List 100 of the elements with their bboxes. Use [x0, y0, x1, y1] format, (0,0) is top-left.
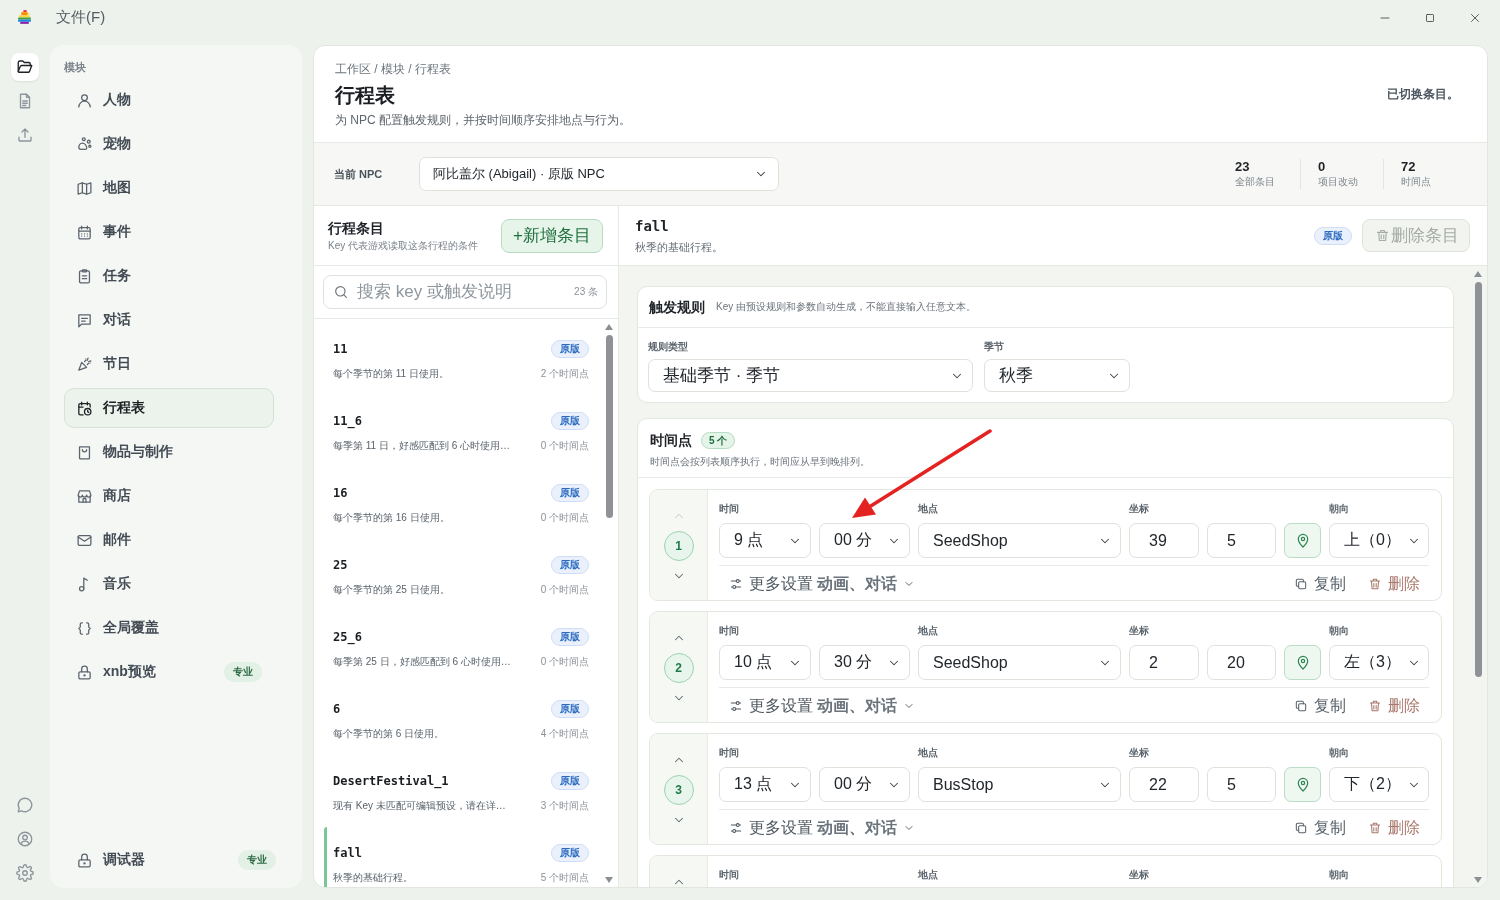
copy-icon — [1294, 821, 1308, 835]
field-label: 地点 — [918, 624, 939, 638]
field-label: 时间 — [719, 624, 740, 638]
hour-select[interactable]: 9 点 — [719, 523, 811, 558]
pick-location-button[interactable] — [1284, 523, 1321, 558]
location-select[interactable]: SeedShop — [918, 645, 1121, 680]
entry-item[interactable]: 25_6 原版 每季第 25 日，好感匹配到 6 心时使用… 0 个时间点 — [324, 611, 603, 683]
nav-item[interactable]: 音乐 — [64, 564, 274, 604]
minute-select[interactable]: 30 分 — [819, 645, 910, 680]
facing-select[interactable]: 上（0） — [1329, 523, 1429, 558]
pick-location-button[interactable] — [1284, 767, 1321, 802]
more-settings-button[interactable]: 更多设置 动画、对话 — [729, 573, 916, 595]
rule-select[interactable]: 秋季 — [984, 359, 1130, 392]
chat-icon[interactable] — [16, 796, 34, 814]
section-heading: 模块 — [64, 60, 87, 75]
facing-select[interactable]: 下（2） — [1329, 767, 1429, 802]
entry-item[interactable]: 11 原版 每个季节的第 11 日使用。 2 个时间点 — [324, 323, 603, 395]
location-select[interactable]: SeedShop — [918, 523, 1121, 558]
y-coordinate-field[interactable]: 5 — [1207, 767, 1276, 802]
rule-select[interactable]: 基础季节 · 季节 — [648, 359, 973, 392]
entry-key: DesertFestival_1 — [333, 773, 449, 788]
copy-button[interactable]: 复制 — [1294, 695, 1346, 717]
nav-item[interactable]: 对话 — [64, 300, 274, 340]
scroll-up-icon[interactable] — [605, 324, 613, 330]
more-settings-button[interactable]: 更多设置 动画、对话 — [729, 817, 916, 839]
entry-description: 秋季的基础行程。 — [635, 239, 724, 255]
card-hint: Key 由预设规则和参数自动生成，不能直接输入任意文本。 — [716, 300, 976, 314]
field-label: 地点 — [918, 868, 939, 882]
entry-description: 每季第 11 日，好感匹配到 6 心时使用… — [333, 438, 511, 453]
nav-item[interactable]: 物品与制作 — [64, 432, 274, 472]
nav-item[interactable]: 事件 — [64, 212, 274, 252]
nav-item[interactable]: xnb预览 专业 — [64, 652, 274, 692]
delete-button[interactable]: 删除 — [1368, 573, 1420, 595]
field-label: 朝向 — [1329, 746, 1350, 760]
nav-item[interactable]: 调试器 专业 — [64, 840, 288, 880]
entry-item[interactable]: 16 原版 每个季节的第 16 日使用。 0 个时间点 — [324, 467, 603, 539]
field-label: 朝向 — [1329, 624, 1350, 638]
stat-label: 全部条目 — [1235, 175, 1276, 189]
delete-button[interactable]: 删除 — [1368, 817, 1420, 839]
origin-badge: 原版 — [551, 339, 589, 358]
delete-button[interactable]: 删除 — [1368, 695, 1420, 717]
copy-button[interactable]: 复制 — [1294, 573, 1346, 595]
entry-item[interactable]: DesertFestival_1 原版 现有 Key 未匹配可编辑预设，请在详… 3 个时间点 — [324, 755, 603, 827]
origin-badge: 原版 — [551, 555, 589, 574]
minute-select[interactable]: 00 分 — [819, 523, 910, 558]
field-label: 规则类型 — [648, 340, 689, 354]
origin-badge: 原版 — [551, 627, 589, 646]
entry-key: 11_6 — [333, 413, 362, 428]
scrollbar-thumb[interactable] — [1474, 282, 1482, 677]
card-hint: 时间点会按列表顺序执行，时间应从早到晚排列。 — [650, 455, 871, 469]
nav-item[interactable]: 商店 — [64, 476, 274, 516]
entry-description: 秋季的基础行程。 — [333, 870, 413, 885]
facing-select[interactable]: 左（3） — [1329, 645, 1429, 680]
nav-item[interactable]: 任务 — [64, 256, 274, 296]
origin-badge: 原版 — [551, 483, 589, 502]
field-label: 坐标 — [1129, 624, 1150, 638]
x-coordinate-field[interactable]: 2 — [1129, 645, 1199, 680]
x-coordinate-field[interactable]: 22 — [1129, 767, 1199, 802]
hour-select[interactable]: 13 点 — [719, 767, 811, 802]
nav-item[interactable]: 人物 — [64, 80, 274, 120]
scroll-up-icon[interactable] — [1474, 271, 1482, 277]
nav-item[interactable]: 行程表 — [64, 388, 274, 428]
step-number: 2 — [663, 653, 694, 683]
scroll-down-icon[interactable] — [1474, 877, 1482, 883]
folder-button[interactable] — [11, 53, 39, 81]
nav-item[interactable]: 地图 — [64, 168, 274, 208]
add-entry-button[interactable]: +新增条目 — [501, 218, 603, 253]
scrollbar-thumb[interactable] — [605, 335, 613, 518]
account-icon[interactable] — [16, 830, 34, 848]
entry-item[interactable]: fall 原版 秋季的基础行程。 5 个时间点 — [324, 827, 603, 887]
entry-description: 每个季节的第 6 日使用。 — [333, 726, 445, 741]
page-title: 行程表 — [335, 82, 396, 108]
pro-badge: 专业 — [238, 850, 276, 870]
nav-item[interactable]: 节日 — [64, 344, 274, 384]
nav-item[interactable]: 邮件 — [64, 520, 274, 560]
entry-item[interactable]: 11_6 原版 每季第 11 日，好感匹配到 6 心时使用… 0 个时间点 — [324, 395, 603, 467]
npc-select[interactable]: 阿比盖尔 (Abigail) · 原版 NPC — [419, 157, 779, 191]
x-coordinate-field[interactable]: 39 — [1129, 523, 1199, 558]
field-label: 地点 — [918, 502, 939, 516]
menu-item[interactable]: 文件(F) — [56, 8, 106, 27]
timepoint-count: 4 个时间点 — [540, 726, 589, 741]
hour-select[interactable]: 10 点 — [719, 645, 811, 680]
copy-button[interactable]: 复制 — [1294, 817, 1346, 839]
more-settings-button[interactable]: 更多设置 动画、对话 — [729, 695, 916, 717]
location-select[interactable]: BusStop — [918, 767, 1121, 802]
nav-item[interactable]: 宠物 — [64, 124, 274, 164]
y-coordinate-field[interactable]: 20 — [1207, 645, 1276, 680]
maximize-icon[interactable] — [1424, 11, 1436, 24]
entry-item[interactable]: 6 原版 每个季节的第 6 日使用。 4 个时间点 — [324, 683, 603, 755]
settings-icon[interactable] — [16, 864, 34, 882]
origin-badge: 原版 — [551, 411, 589, 430]
scroll-down-icon[interactable] — [605, 877, 613, 883]
bag-icon — [76, 443, 93, 461]
origin-badge: 原版 — [1314, 226, 1352, 245]
nav-item[interactable]: 全局覆盖 — [64, 608, 274, 648]
entry-item[interactable]: 25 原版 每个季节的第 25 日使用。 0 个时间点 — [324, 539, 603, 611]
pick-location-button[interactable] — [1284, 645, 1321, 680]
minute-select[interactable]: 00 分 — [819, 767, 910, 802]
y-coordinate-field[interactable]: 5 — [1207, 523, 1276, 558]
close-icon[interactable] — [1469, 11, 1481, 24]
